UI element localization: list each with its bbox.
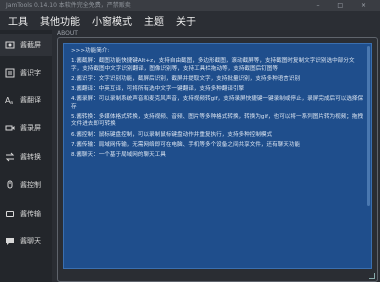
sidebar-label-record: 酱录屏: [20, 124, 41, 132]
sidebar-item-control[interactable]: 酱控制: [0, 174, 52, 196]
scrollbar[interactable]: [367, 46, 370, 206]
menu-tools[interactable]: 工具: [2, 13, 34, 28]
menu-theme[interactable]: 主题: [138, 13, 170, 28]
sidebar-label-chat: 酱聊天: [20, 237, 41, 245]
about-paragraph: 2.酱识字：文字识别功能，截屏后识别，截屏并提取文字，支持批量识别，支持多种语言…: [71, 75, 301, 82]
menu-about[interactable]: 关于: [170, 13, 202, 28]
about-paragraph: 5.酱转换：多媒体格式转换，支持视频、音频、图片等多种格式转换，转换为gif，也…: [71, 114, 364, 128]
about-text-box[interactable]: >>>功能简介: 1.酱截屏：截图功能快捷键Alt+z，支持自由截图，多边形截图…: [63, 43, 372, 269]
about-paragraph: 8.酱聊天：一个基于局域网的聊天工具: [71, 152, 166, 159]
svg-text:a: a: [10, 100, 13, 105]
about-paragraph: 3.酱翻译：中英互译，可将所有选中文字一键翻译，支持多种翻译引擎: [71, 86, 245, 93]
control-icon: [3, 180, 17, 190]
convert-icon: [3, 152, 17, 162]
transfer-icon: [3, 209, 17, 219]
about-paragraph: 6.酱控制：鼠标键盘控制，可以录制鼠标键盘动作并重复执行，支持多种控制模式: [71, 131, 273, 138]
sidebar-label-ocr: 酱识字: [20, 69, 41, 77]
menu-mini-window[interactable]: 小窗模式: [86, 13, 138, 28]
sidebar-label-control: 酱控制: [20, 181, 41, 189]
about-paragraph: 4.酱录屏：可以录制系统声音和麦克风声音，支持视频转gif，支持录屏快捷键一键录…: [71, 96, 364, 110]
about-paragraph: 7.酱传输：局域网传输，无需网络即可在电脑、手机等多个设备之间共享文件，还有聊天…: [71, 141, 301, 148]
sidebar-item-record[interactable]: 酱录屏: [0, 117, 52, 139]
window-title: JamTools 0.14.10 本软件完全免费，严禁贩卖: [6, 2, 131, 9]
sidebar-label-translate: 酱翻译: [20, 96, 41, 104]
chat-icon: [3, 236, 17, 246]
sidebar-item-translate[interactable]: Aa 酱翻译: [0, 89, 52, 111]
sidebar-item-convert[interactable]: 酱转换: [0, 146, 52, 168]
sidebar: 酱截屏 酱识字 Aa 酱翻译 酱录屏 酱转换 酱控制 酱传输 酱聊天: [0, 30, 52, 282]
record-icon: [3, 123, 17, 133]
sidebar-label-transfer: 酱传输: [20, 210, 41, 218]
menu-other-functions[interactable]: 其他功能: [34, 13, 86, 28]
resize-grip-icon[interactable]: [369, 273, 375, 279]
sidebar-label-convert: 酱转换: [20, 153, 41, 161]
about-panel: >>>功能简介: 1.酱截屏：截图功能快捷键Alt+z，支持自由截图，多边形截图…: [57, 37, 378, 282]
ocr-icon: [3, 68, 17, 78]
sidebar-label-screenshot: 酱截屏: [20, 41, 41, 49]
about-tab[interactable]: ABOUT: [57, 30, 78, 37]
screenshot-icon: [3, 40, 17, 50]
title-bar: JamTools 0.14.10 本软件完全免费，严禁贩卖 – □ ×: [0, 0, 380, 11]
sidebar-item-chat[interactable]: 酱聊天: [0, 230, 52, 252]
about-content: >>>功能简介: 1.酱截屏：截图功能快捷键Alt+z，支持自由截图，多边形截图…: [64, 44, 371, 167]
sidebar-item-ocr[interactable]: 酱识字: [0, 62, 52, 84]
sidebar-item-transfer[interactable]: 酱传输: [0, 203, 52, 225]
translate-icon: Aa: [3, 95, 17, 105]
window-controls[interactable]: – □ ×: [316, 0, 374, 11]
menu-bar: 工具 其他功能 小窗模式 主题 关于: [0, 11, 380, 30]
about-paragraph: >>>功能简介:: [71, 48, 110, 54]
about-paragraph: 1.酱截屏：截图功能快捷键Alt+z，支持自由截图，多边形截图，滚动截屏等，支持…: [71, 58, 355, 72]
sidebar-item-screenshot[interactable]: 酱截屏: [0, 34, 52, 56]
